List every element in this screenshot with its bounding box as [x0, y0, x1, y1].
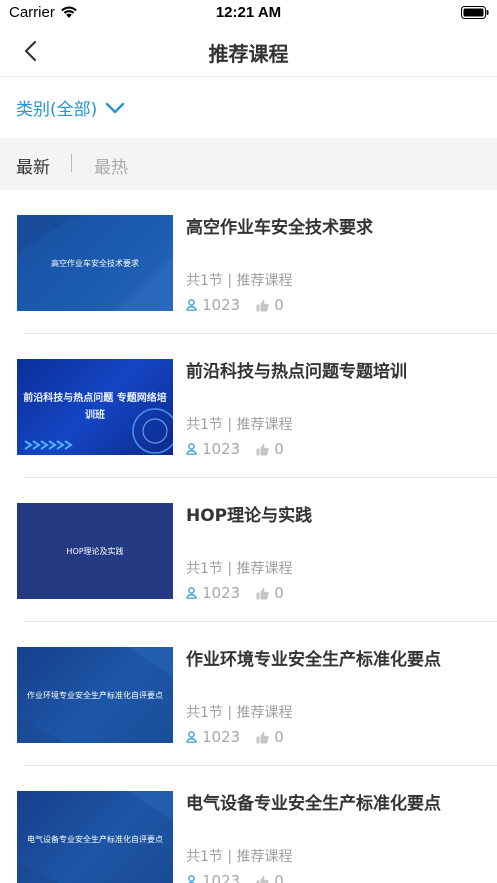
course-thumbnail: 作业环境专业安全生产标准化自评要点 [17, 647, 173, 743]
course-title: 作业环境专业安全生产标准化要点 [186, 650, 441, 670]
course-stats: 1023 0 [186, 440, 284, 458]
course-stats: 1023 0 [186, 296, 284, 314]
course-item[interactable]: 高空作业车安全技术要求 高空作业车安全技术要求 共1节 | 推荐课程 1023 … [0, 190, 497, 334]
page-title: 推荐课程 [208, 42, 289, 66]
course-stats: 1023 0 [186, 584, 284, 602]
user-icon [186, 587, 197, 599]
course-meta: 共1节 | 推荐课程 [186, 273, 293, 289]
status-bar: Carrier 12:21 AM [0, 0, 497, 26]
like-count: 0 [274, 872, 284, 883]
course-meta: 共1节 | 推荐课程 [186, 417, 293, 433]
clock: 12:21 AM [215, 4, 282, 21]
category-label: 类别(全部) [16, 100, 98, 120]
course-item[interactable]: 电气设备专业安全生产标准化自评要点 电气设备专业安全生产标准化要点 共1节 | … [0, 766, 497, 883]
course-thumbnail: HOP理论及实践 [17, 503, 173, 599]
view-count: 1023 [202, 728, 241, 746]
navigation-bar: 推荐课程 [0, 26, 497, 77]
like-icon [256, 587, 269, 599]
view-count: 1023 [202, 872, 241, 883]
course-thumbnail: 电气设备专业安全生产标准化自评要点 [17, 791, 173, 883]
thumbnail-caption: 高空作业车安全技术要求 [51, 258, 139, 268]
sort-hottest-tab[interactable]: 最热 [94, 153, 128, 178]
course-item[interactable]: 作业环境专业安全生产标准化自评要点 作业环境专业安全生产标准化要点 共1节 | … [0, 622, 497, 766]
user-icon [186, 443, 197, 455]
sort-bar: 最新 最热 [0, 138, 497, 190]
thumbnail-caption: 电气设备专业安全生产标准化自评要点 [27, 834, 163, 844]
filter-bar: 类别(全部) [0, 78, 497, 138]
thumbnail-caption: 作业环境专业安全生产标准化自评要点 [27, 690, 163, 700]
course-stats: 1023 0 [186, 728, 284, 746]
course-item[interactable]: 前沿科技与热点问题 专题网络培训班 前沿科技与热点问题专题培训 共1节 | 推荐… [0, 334, 497, 478]
sort-divider [71, 154, 72, 172]
course-title: 电气设备专业安全生产标准化要点 [186, 794, 441, 814]
battery-icon [461, 6, 489, 19]
view-count: 1023 [202, 584, 241, 602]
user-icon [188, 875, 195, 883]
course-thumbnail: 高空作业车安全技术要求 [17, 215, 173, 311]
course-meta: 共1节 | 推荐课程 [186, 561, 293, 577]
category-dropdown[interactable]: 类别(全部) [16, 95, 125, 120]
user-icon [186, 731, 197, 743]
view-count: 1023 [202, 440, 241, 458]
like-count: 0 [274, 728, 284, 746]
sort-newest-tab[interactable]: 最新 [16, 153, 50, 178]
view-count: 1023 [202, 296, 241, 314]
course-stats: 1023 0 [186, 872, 284, 883]
course-title: 高空作业车安全技术要求 [186, 218, 373, 238]
chevron-down-icon [106, 102, 125, 113]
course-meta: 共1节 | 推荐课程 [186, 849, 293, 865]
like-icon [256, 875, 269, 883]
like-count: 0 [274, 296, 284, 314]
thumbnail-caption: 前沿科技与热点问题 专题网络培训班 [23, 393, 167, 421]
like-icon [256, 731, 269, 743]
course-meta: 共1节 | 推荐课程 [186, 705, 293, 721]
course-item[interactable]: HOP理论及实践 HOP理论与实践 共1节 | 推荐课程 1023 0 [0, 478, 497, 622]
thumbnail-caption: HOP理论及实践 [66, 546, 124, 556]
like-icon [256, 443, 269, 455]
course-thumbnail: 前沿科技与热点问题 专题网络培训班 [17, 359, 173, 455]
like-count: 0 [274, 440, 284, 458]
like-count: 0 [274, 584, 284, 602]
course-title: HOP理论与实践 [186, 506, 313, 526]
user-icon [186, 299, 197, 311]
course-title: 前沿科技与热点问题专题培训 [186, 362, 407, 382]
like-icon [256, 299, 269, 311]
